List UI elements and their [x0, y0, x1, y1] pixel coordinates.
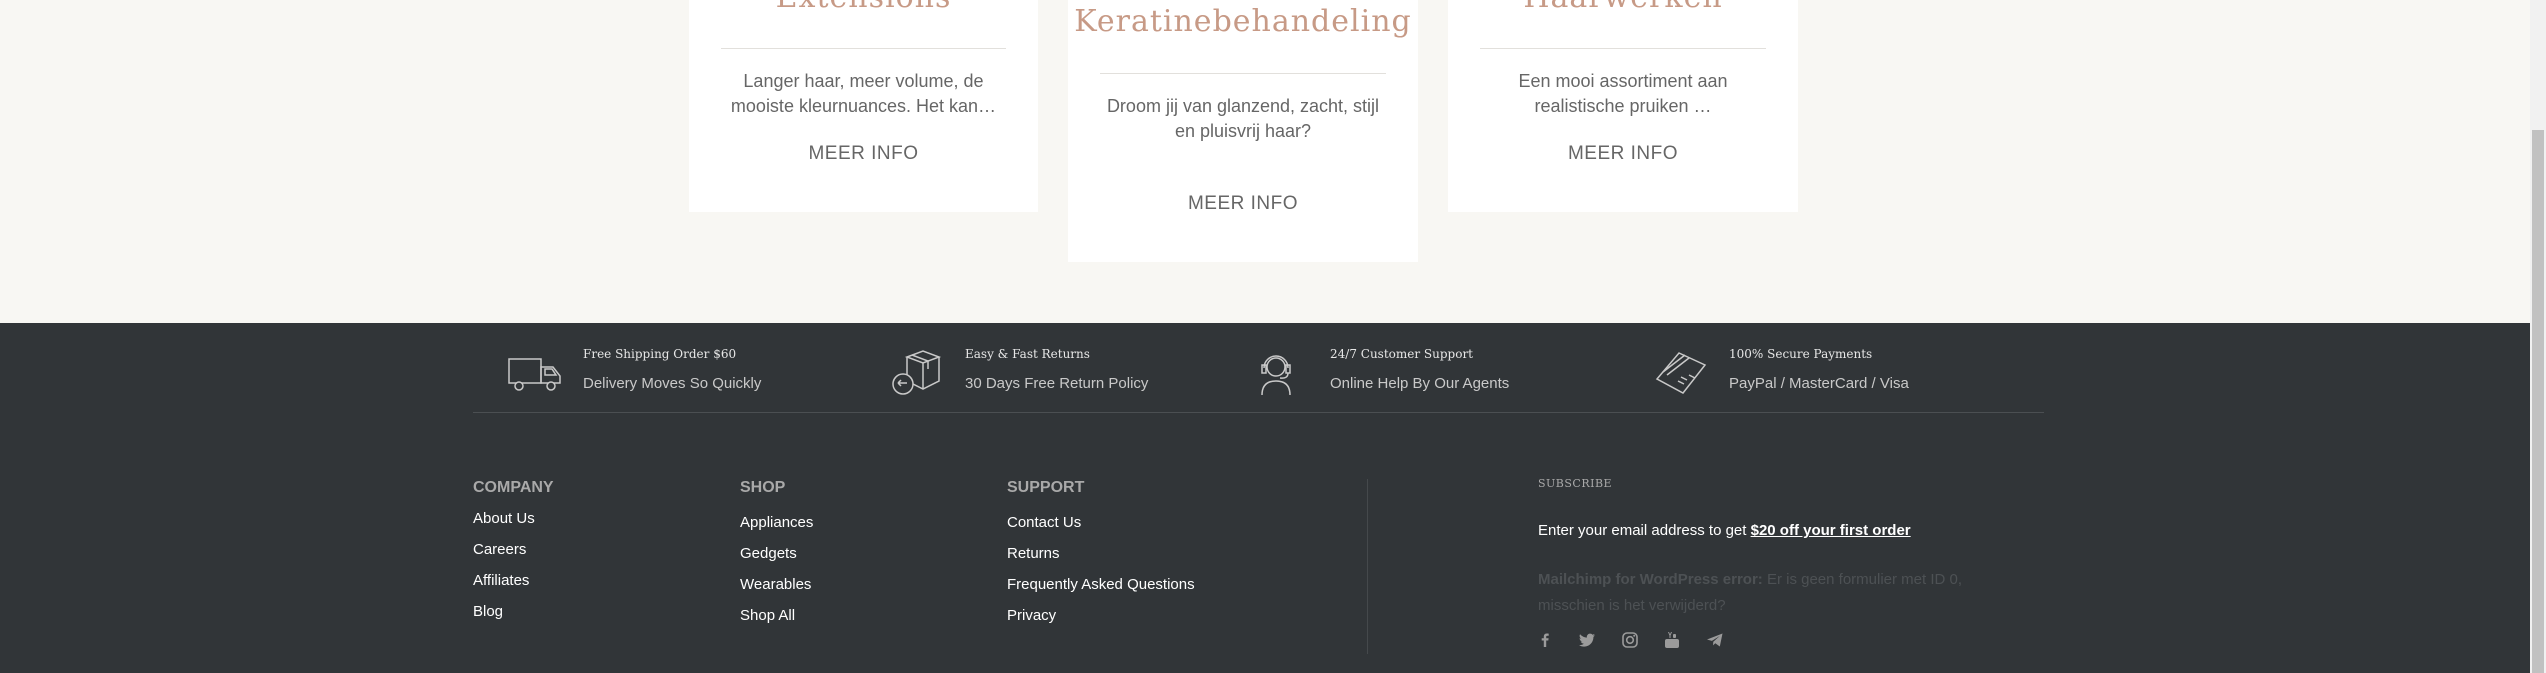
- card-description: Langer haar, meer volume, de mooiste kle…: [730, 71, 997, 116]
- footer-link-appliances[interactable]: Appliances: [740, 513, 813, 544]
- footer-column-company: COMPANY About Us Careers Affiliates Blog: [473, 479, 554, 633]
- meer-info-link[interactable]: MEER INFO: [689, 143, 1038, 165]
- footer-link-gedgets[interactable]: Gedgets: [740, 544, 813, 575]
- feature-text: Delivery Moves So Quickly: [583, 375, 762, 392]
- card-title: Keratinebehandeling: [1074, 4, 1412, 39]
- footer-link-privacy[interactable]: Privacy: [1007, 606, 1195, 637]
- social-links: [1534, 629, 1742, 651]
- feature-title: 100% Secure Payments: [1729, 347, 1873, 361]
- footer-link-blog[interactable]: Blog: [473, 602, 554, 633]
- footer-link-wearables[interactable]: Wearables: [740, 575, 813, 606]
- feature-text: PayPal / MasterCard / Visa: [1729, 375, 1909, 392]
- footer-link-about-us[interactable]: About Us: [473, 509, 554, 540]
- column-title: COMPANY: [473, 479, 554, 496]
- footer-link-careers[interactable]: Careers: [473, 540, 554, 571]
- footer-link-returns[interactable]: Returns: [1007, 544, 1195, 575]
- footer-link-shop-all[interactable]: Shop All: [740, 606, 813, 637]
- subscribe-title: SUBSCRIBE: [1538, 477, 1613, 490]
- column-divider: [1367, 479, 1368, 654]
- footer-column-support: SUPPORT Contact Us Returns Frequently As…: [1007, 479, 1195, 637]
- instagram-icon[interactable]: [1619, 629, 1641, 651]
- subscribe-text-label: Enter your email address to get: [1538, 522, 1751, 539]
- return-box-icon: [892, 350, 942, 395]
- twitter-icon[interactable]: [1576, 629, 1598, 651]
- footer-column-shop: SHOP Appliances Gedgets Wearables Shop A…: [740, 479, 813, 637]
- card-description: Droom jij van glanzend, zacht, stijl en …: [1106, 96, 1380, 141]
- card-divider: [1100, 73, 1386, 74]
- feature-text: Online Help By Our Agents: [1330, 375, 1510, 392]
- feature-title: Free Shipping Order $60: [583, 347, 737, 361]
- truck-icon: [508, 358, 561, 391]
- card-title: Haarwerken: [1448, 0, 1798, 15]
- mailchimp-error-label: Mailchimp for WordPress error:: [1538, 571, 1763, 588]
- telegram-icon[interactable]: [1704, 629, 1726, 651]
- subscribe-text: Enter your email address to get $20 off …: [1538, 522, 1911, 539]
- scrollbar-thumb[interactable]: [2532, 130, 2544, 673]
- feature-text: 30 Days Free Return Policy: [965, 375, 1149, 392]
- card-description: Een mooi assortiment aan realistische pr…: [1518, 71, 1728, 116]
- subscribe-offer-link[interactable]: $20 off your first order: [1751, 522, 1911, 539]
- service-card-haarwerken: Haarwerken Een mooi assortiment aan real…: [1448, 0, 1798, 212]
- facebook-icon[interactable]: [1534, 629, 1556, 651]
- card-divider: [721, 48, 1006, 49]
- footer-link-faq[interactable]: Frequently Asked Questions: [1007, 575, 1195, 606]
- page: Extensions Langer haar, meer volume, de …: [0, 0, 2530, 673]
- youtube-icon[interactable]: [1661, 629, 1683, 651]
- vertical-scrollbar[interactable]: [2530, 0, 2546, 673]
- features-divider: [473, 412, 2044, 413]
- credit-card-icon: [1655, 352, 1707, 394]
- feature-title: 24/7 Customer Support: [1330, 347, 1474, 361]
- card-divider: [1480, 48, 1766, 49]
- meer-info-link[interactable]: MEER INFO: [1068, 193, 1418, 215]
- service-card-keratinebehandeling: Keratinebehandeling Droom jij van glanze…: [1068, 0, 1418, 262]
- meer-info-link[interactable]: MEER INFO: [1448, 143, 1798, 165]
- service-card-extensions: Extensions Langer haar, meer volume, de …: [689, 0, 1038, 212]
- footer-link-contact-us[interactable]: Contact Us: [1007, 513, 1195, 544]
- column-title: SUPPORT: [1007, 479, 1085, 496]
- footer-link-affiliates[interactable]: Affiliates: [473, 571, 554, 602]
- column-title: SHOP: [740, 479, 786, 496]
- card-title: Extensions: [689, 0, 1038, 15]
- site-footer: Free Shipping Order $60 Delivery Moves S…: [0, 323, 2530, 673]
- feature-title: Easy & Fast Returns: [965, 347, 1090, 361]
- headset-support-icon: [1261, 355, 1291, 396]
- mailchimp-error-message: Mailchimp for WordPress error: Er is gee…: [1538, 567, 1998, 619]
